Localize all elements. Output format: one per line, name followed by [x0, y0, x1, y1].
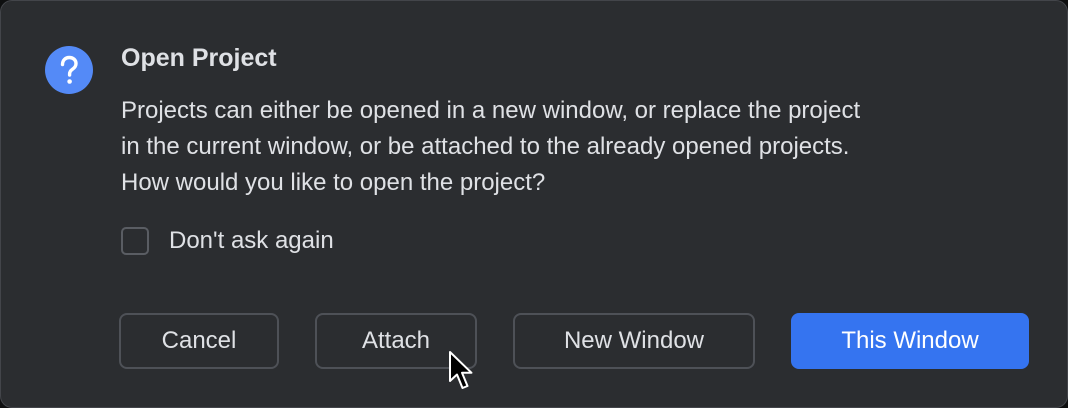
message-line: in the current window, or be attached to…	[121, 133, 850, 160]
dialog-message: Projects can either be opened in a new w…	[121, 93, 1021, 201]
dont-ask-again-option[interactable]: Don't ask again	[121, 227, 334, 255]
attach-button[interactable]: Attach	[315, 313, 477, 369]
message-line: How would you like to open the project?	[121, 169, 546, 196]
cancel-button[interactable]: Cancel	[119, 313, 279, 369]
dialog-title: Open Project	[121, 44, 277, 72]
message-line: Projects can either be opened in a new w…	[121, 97, 861, 124]
this-window-button[interactable]: This Window	[791, 313, 1029, 369]
dont-ask-again-label[interactable]: Don't ask again	[169, 227, 334, 255]
dont-ask-again-checkbox[interactable]	[121, 227, 149, 255]
new-window-button[interactable]: New Window	[513, 313, 755, 369]
open-project-dialog: Open Project Projects can either be open…	[0, 0, 1068, 408]
question-icon	[45, 46, 93, 94]
